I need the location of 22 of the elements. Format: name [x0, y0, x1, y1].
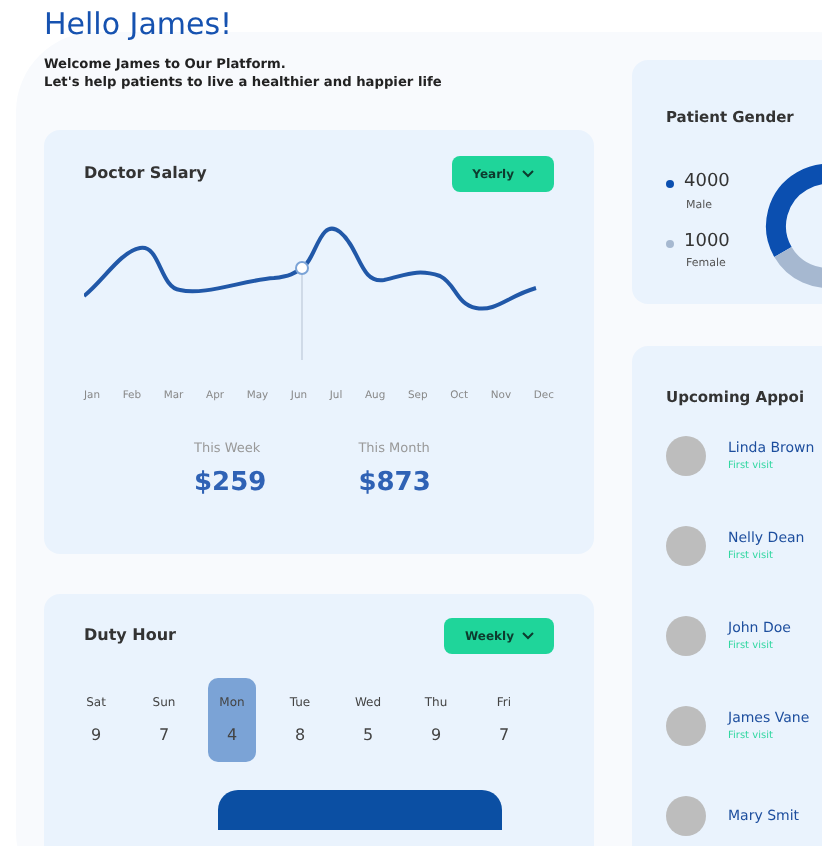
legend-count: 4000 — [684, 170, 730, 196]
hours-value: 7 — [158, 723, 170, 747]
avatar-placeholder — [666, 436, 706, 476]
avatar-placeholder — [666, 616, 706, 656]
stat-value: $259 — [194, 465, 267, 502]
hours-value: 7 — [498, 723, 510, 747]
avatar-placeholder — [666, 526, 706, 566]
action-button[interactable] — [218, 790, 502, 830]
greeting-title: Hello James! — [44, 4, 235, 44]
hours-value: 5 — [362, 723, 374, 747]
avatar-placeholder — [666, 706, 706, 746]
hours-value: 8 — [294, 723, 306, 747]
card-title: Doctor Salary — [84, 162, 207, 186]
hours-value: 4 — [226, 723, 238, 747]
legend-count: 1000 — [684, 229, 730, 256]
hours-value: 9 — [430, 723, 442, 747]
stat-value: $873 — [358, 465, 431, 502]
chevron-down-icon — [522, 170, 534, 178]
avatar-placeholder — [666, 796, 706, 836]
hours-value: 9 — [90, 723, 102, 747]
chevron-down-icon — [522, 632, 534, 640]
card-title: Duty Hour — [84, 624, 176, 648]
